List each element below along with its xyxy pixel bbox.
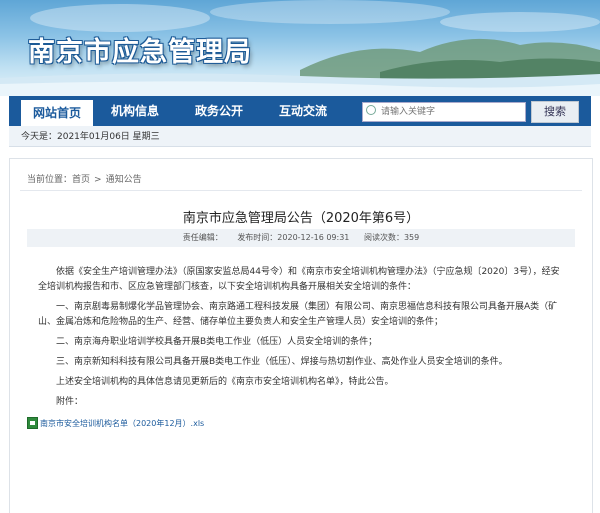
main-nav: 网站首页 机构信息 政务公开 互动交流 政务服务 搜索 <box>9 96 591 126</box>
breadcrumb-divider <box>20 190 582 191</box>
header-banner: 南京市应急管理局 <box>0 0 600 96</box>
breadcrumb-home[interactable]: 首页 <box>72 175 90 185</box>
attachment-filename[interactable]: 南京市安全培训机构名单（2020年12月）.xls <box>40 418 204 429</box>
nav-item-organization[interactable]: 机构信息 <box>93 96 177 126</box>
meta-views: 阅读次数：359 <box>363 233 420 242</box>
article-title: 南京市应急管理局公告（2020年第6号） <box>182 211 420 226</box>
nav-item-government-affairs[interactable]: 政务公开 <box>177 96 261 126</box>
date-bar: 今天是：2021年01月06日 星期三 <box>9 126 591 147</box>
breadcrumb-prefix: 当前位置： <box>27 175 73 185</box>
article-meta: 责任编辑： 发布时间：2020-12-16 09:31 阅读次数：359 <box>27 229 575 247</box>
paragraph: 一、南京剧毒易制爆化学品管理协会、南京路通工程科技发展（集团）有限公司、南京思福… <box>38 302 558 327</box>
attachment-link[interactable]: 南京市安全培训机构名单（2020年12月）.xls <box>27 417 204 429</box>
breadcrumb: 当前位置：首页 > 通知公告 <box>27 172 142 185</box>
search-box: 搜索 <box>362 101 579 123</box>
nav-item-home[interactable]: 网站首页 <box>21 100 94 126</box>
nav-item-interaction[interactable]: 互动交流 <box>261 96 345 126</box>
meta-published: 发布时间：2020-12-16 09:31 <box>237 233 350 242</box>
article-body: 依据《安全生产培训管理办法》（原国家安监总局44号令）和《南京市安全培训机构管理… <box>38 265 568 415</box>
search-button[interactable]: 搜索 <box>531 101 579 123</box>
breadcrumb-separator: > <box>94 175 102 185</box>
paragraph: 上述安全培训机构的具体信息请见更新后的《南京市安全培训机构名单》，特此公告。 <box>56 377 394 387</box>
search-icon <box>366 105 376 115</box>
paragraph: 二、南京海舟职业培训学校具备开展B类电工作业（低压）人员安全培训的条件； <box>56 337 378 347</box>
search-input[interactable] <box>362 102 526 122</box>
attachment-label: 附件： <box>56 397 84 407</box>
breadcrumb-section[interactable]: 通知公告 <box>106 175 142 185</box>
meta-editor: 责任编辑： <box>182 233 223 242</box>
paragraph: 三、南京新知科科技有限公司具备开展B类电工作业（低压）、焊接与热切割作业、高处作… <box>56 357 508 367</box>
excel-file-icon <box>27 417 38 429</box>
paragraph: 依据《安全生产培训管理办法》（原国家安监总局44号令）和《南京市安全培训机构管理… <box>38 267 560 292</box>
article-panel: 当前位置：首页 > 通知公告 南京市应急管理局公告（2020年第6号） 责任编辑： … <box>9 158 593 513</box>
site-title[interactable]: 南京市应急管理局 <box>28 30 252 69</box>
today-date: 今天是：2021年01月06日 星期三 <box>21 132 160 142</box>
